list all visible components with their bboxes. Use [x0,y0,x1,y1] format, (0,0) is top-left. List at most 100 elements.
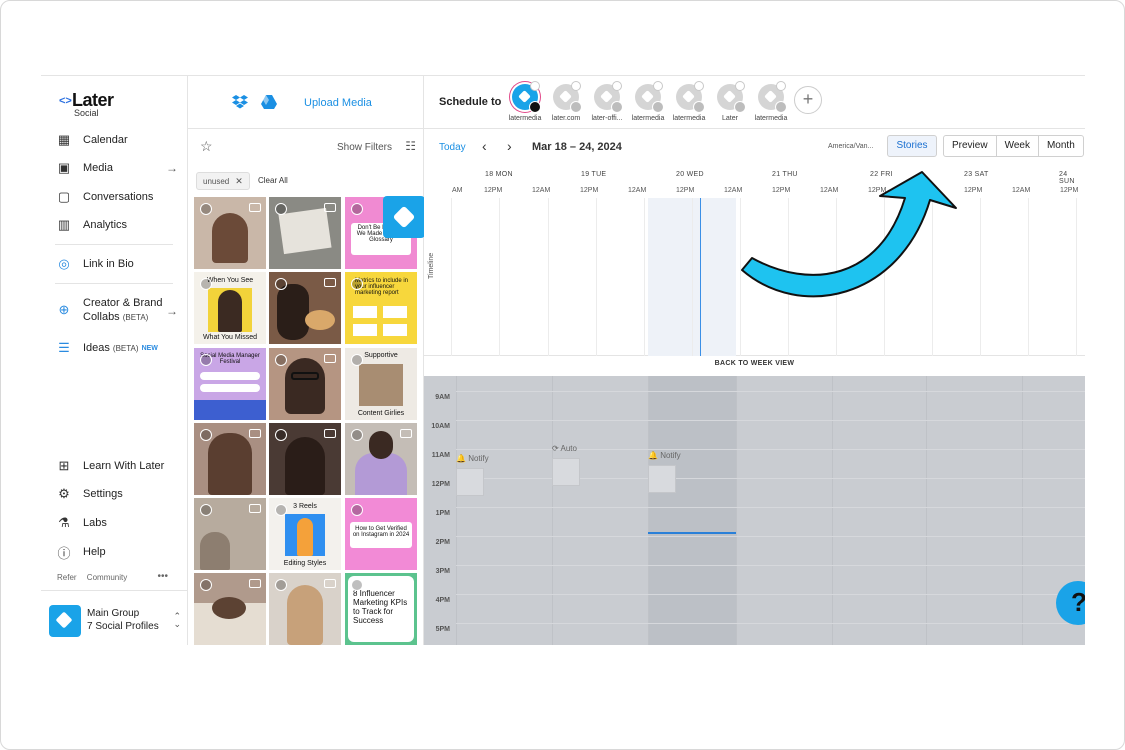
sidebar-item-settings[interactable]: ⚙ Settings [55,482,180,506]
calendar-panel: Schedule to latermedia later.com later-o… [424,76,1085,645]
sidebar-item-link-in-bio[interactable]: ◎ Link in Bio [55,252,180,276]
more-icon[interactable]: ••• [157,571,168,582]
chevron-right-icon[interactable]: › [507,138,512,154]
media-tile[interactable]: 8 Influencer Marketing KPIs to Track for… [345,573,417,645]
chevron-left-icon[interactable]: ‹ [482,138,487,154]
profile-facebook[interactable]: Later [710,81,750,122]
scheduled-post[interactable]: 🔔 Notify [456,454,489,463]
question-icon: ? [1071,587,1085,618]
clear-all-button[interactable]: Clear All [258,176,288,185]
upload-media-link[interactable]: Upload Media [304,97,372,109]
collabs-icon: ⊕ [58,302,70,317]
sidebar-item-media[interactable]: ▣ Media → [55,156,180,180]
video-icon [249,579,261,588]
timezone-selector[interactable]: America/Van... [828,143,873,150]
sidebar-item-conversations[interactable]: ▢ Conversations [55,185,180,209]
profile-tiktok[interactable]: later.com [546,81,586,122]
close-icon[interactable]: ✕ [235,176,243,187]
add-profile-button[interactable]: + [794,86,822,114]
check-icon[interactable] [351,354,363,366]
profile-avatar [717,81,746,113]
profile-youtube[interactable]: latermedia [751,81,791,122]
arrow-right-icon: → [166,304,178,318]
media-tile[interactable] [269,197,341,269]
help-icon: ⓘ [57,545,71,561]
media-tile[interactable]: 3 Reels Editing Styles [269,498,341,570]
back-to-week-view-button[interactable]: BACK TO WEEK VIEW [424,360,1085,367]
check-icon[interactable] [275,278,287,290]
media-tile[interactable] [269,423,341,495]
sidebar-item-learn[interactable]: ⊞ Learn With Later [55,454,180,478]
check-icon[interactable] [275,504,287,516]
media-tile[interactable]: Social Media Manager Festival [194,348,266,420]
profile-instagram[interactable]: latermedia [505,81,545,122]
profile-linkedin[interactable]: later-offi... [587,81,627,122]
check-icon[interactable] [200,504,212,516]
media-tile[interactable] [269,348,341,420]
profile-pinterest[interactable]: latermedia [628,81,668,122]
media-tile[interactable]: How to Get Verified on Instagram in 2024 [345,498,417,570]
profile-twitter[interactable]: latermedia [669,81,709,122]
check-icon[interactable] [351,504,363,516]
media-tile[interactable] [194,423,266,495]
facebook-icon [734,101,746,113]
check-icon[interactable] [351,579,363,591]
video-icon [324,429,336,438]
check-icon[interactable] [200,579,212,591]
scheduled-post[interactable]: ⟳ Auto [552,444,577,453]
dropbox-icon[interactable] [232,95,248,109]
new-badge: NEW [141,344,158,352]
media-tile[interactable] [194,573,266,645]
arrow-right-icon: → [166,161,178,175]
check-icon[interactable] [200,354,212,366]
star-icon[interactable]: ☆ [200,138,213,155]
media-tile[interactable] [269,573,341,645]
stories-button[interactable]: Stories [887,135,937,157]
check-icon [776,81,786,91]
refer-link[interactable]: Refer [57,573,77,582]
sidebar-item-ideas[interactable]: ☰ Ideas (BETA) NEW [55,336,180,360]
sidebar-item-collabs[interactable]: ⊕ Creator & Brand Collabs (BETA) → [55,296,180,326]
media-library: Upload Media ☆ Show Filters ☷ unused ✕ C… [188,76,424,645]
video-icon [324,579,336,588]
post-thumbnail[interactable] [456,468,484,496]
youtube-icon [775,101,787,113]
check-icon[interactable] [275,429,287,441]
check-icon[interactable] [275,203,287,215]
pinterest-icon [652,101,664,113]
sidebar-item-calendar[interactable]: ▦ Calendar [55,128,180,152]
media-tile[interactable] [345,423,417,495]
community-link[interactable]: Community [87,573,127,582]
media-tile[interactable]: When You See What You Missed [194,272,266,344]
google-drive-icon[interactable] [261,95,277,109]
check-icon[interactable] [200,278,212,290]
check-icon[interactable] [275,354,287,366]
check-icon[interactable] [351,278,363,290]
sidebar-divider [55,283,173,284]
group-switcher[interactable]: Main Group 7 Social Profiles ⌃ ⌄ [49,603,183,639]
post-thumbnail[interactable] [648,465,676,493]
check-icon[interactable] [351,429,363,441]
media-tile[interactable] [194,197,266,269]
media-tile[interactable] [269,272,341,344]
show-filters-button[interactable]: Show Filters [337,142,392,153]
sidebar-item-help[interactable]: ⓘ Help [55,540,180,564]
media-tile[interactable]: Metrics to include in your influencer ma… [345,272,417,344]
scheduled-post[interactable]: 🔔 Notify [648,451,681,460]
sliders-icon[interactable]: ☷ [405,139,416,153]
week-button[interactable]: Week [997,136,1039,156]
stories-timeline: Timeline [424,184,1085,356]
check-icon[interactable] [200,203,212,215]
check-icon[interactable] [200,429,212,441]
media-tile[interactable]: Supportive Content Girlies [345,348,417,420]
sidebar-item-analytics[interactable]: ▥ Analytics [55,213,180,237]
media-tile[interactable] [194,498,266,570]
check-icon[interactable] [351,203,363,215]
post-thumbnail[interactable] [552,458,580,486]
sidebar-item-labs[interactable]: ⚗ Labs [55,511,180,535]
today-button[interactable]: Today [439,142,466,153]
filter-chip-unused[interactable]: unused ✕ [196,172,250,190]
month-button[interactable]: Month [1039,136,1083,156]
check-icon[interactable] [275,579,287,591]
preview-button[interactable]: Preview [944,136,997,156]
